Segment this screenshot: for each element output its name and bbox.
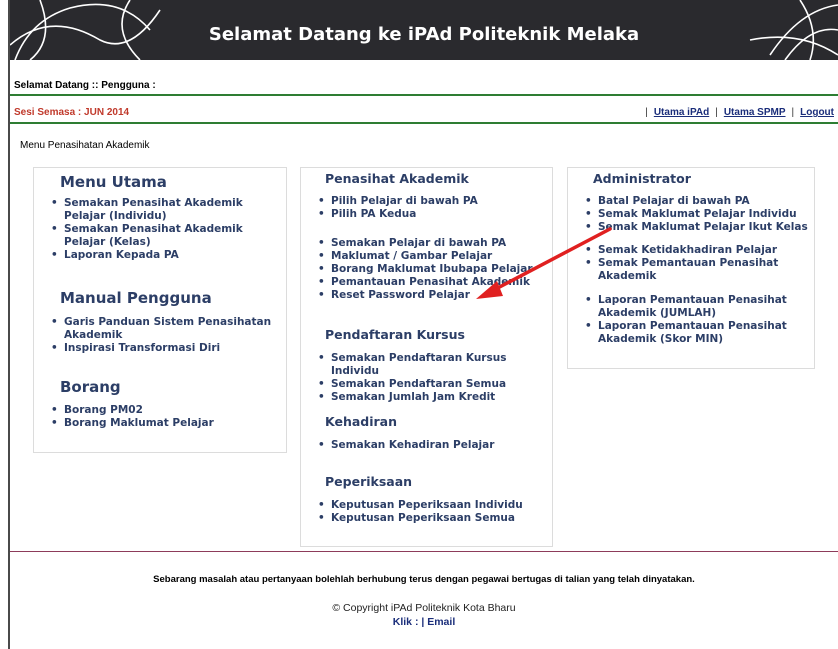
list-item[interactable]: Borang PM02 — [51, 404, 278, 417]
footer-notice: Sebarang masalah atau pertanyaan bolehla… — [153, 574, 695, 585]
admin-list-2: Semak Ketidakhadiran Pelajar Semak Peman… — [580, 244, 812, 283]
current-session: Sesi Semasa : JUN 2014 — [14, 107, 130, 118]
kehadiran-list: Semakan Kehadiran Pelajar — [313, 439, 549, 452]
divider — [10, 122, 838, 124]
admin-list-3: Laporan Pemantauan Penasihat Akademik (J… — [580, 294, 812, 346]
list-item[interactable]: Semakan Penasihat Akademik Pelajar (Indi… — [51, 197, 278, 223]
header-banner: Selamat Datang ke iPAd Politeknik Melaka — [10, 0, 838, 60]
list-item[interactable]: Keputusan Peperiksaan Individu — [318, 499, 549, 512]
pendaftaran-list: Semakan Pendaftaran Kursus Individu Sema… — [313, 352, 549, 404]
email-link[interactable]: Email — [427, 616, 455, 628]
klik-label: Klik : | — [392, 616, 425, 628]
list-item[interactable]: Keputusan Peperiksaan Semua — [318, 512, 549, 525]
borang-list: Borang PM02 Borang Maklumat Pelajar — [46, 404, 278, 430]
list-item[interactable]: Semak Ketidakhadiran Pelajar — [585, 244, 812, 257]
list-item[interactable]: Garis Panduan Sistem Penasihatan Akademi… — [51, 316, 278, 342]
section-title-pendaftaran-kursus: Pendaftaran Kursus — [325, 327, 465, 342]
top-links: | Utama iPAd | Utama SPMP | Logout — [645, 107, 834, 118]
list-item[interactable]: Semakan Pendaftaran Kursus Individu — [318, 352, 549, 378]
list-item[interactable]: Semakan Kehadiran Pelajar — [318, 439, 549, 452]
divider — [10, 94, 838, 96]
section-title-menu-utama: Menu Utama — [60, 173, 167, 191]
section-title-manual-pengguna: Manual Pengguna — [60, 289, 212, 307]
list-item[interactable]: Semakan Penasihat Akademik Pelajar (Kela… — [51, 223, 278, 249]
section-title-administrator: Administrator — [593, 171, 691, 186]
section-title-kehadiran: Kehadiran — [325, 414, 398, 429]
admin-list: Batal Pelajar di bawah PA Semak Maklumat… — [580, 195, 812, 234]
list-item[interactable]: Borang Maklumat Ibubapa Pelajar — [318, 263, 549, 276]
list-item[interactable]: Laporan Pemantauan Penasihat Akademik (J… — [585, 294, 812, 320]
penasihat-list-2: Semakan Pelajar di bawah PA Maklumat / G… — [313, 237, 549, 302]
welcome-text: Selamat Datang :: Pengguna : — [14, 80, 156, 91]
list-item[interactable]: Batal Pelajar di bawah PA — [585, 195, 812, 208]
list-item[interactable]: Semak Maklumat Pelajar Ikut Kelas — [585, 221, 812, 234]
list-item[interactable]: Inspirasi Transformasi Diri — [51, 342, 278, 355]
main-menu-panel: Menu Utama Semakan Penasihat Akademik Pe… — [33, 167, 287, 453]
footer-links: Klik : | Email — [10, 616, 838, 628]
section-title-borang: Borang — [60, 378, 121, 396]
peperiksaan-list: Keputusan Peperiksaan Individu Keputusan… — [313, 499, 549, 525]
section-title-penasihat-akademik: Penasihat Akademik — [325, 171, 469, 186]
menu-utama-list: Semakan Penasihat Akademik Pelajar (Indi… — [46, 197, 278, 262]
utama-ipad-link[interactable]: Utama iPAd — [654, 107, 709, 118]
menu-heading: Menu Penasihatan Akademik — [20, 140, 150, 151]
list-item[interactable]: Maklumat / Gambar Pelajar — [318, 250, 549, 263]
administrator-panel: Administrator Batal Pelajar di bawah PA … — [567, 167, 815, 369]
list-item[interactable]: Pilih PA Kedua — [318, 208, 549, 221]
manual-list: Garis Panduan Sistem Penasihatan Akademi… — [46, 316, 278, 355]
list-item[interactable]: Laporan Kepada PA — [51, 249, 278, 262]
copyright-text: © Copyright iPAd Politeknik Kota Bharu — [332, 602, 516, 614]
penasihat-list: Pilih Pelajar di bawah PA Pilih PA Kedua — [313, 195, 549, 221]
list-item[interactable]: Semak Pemantauan Penasihat Akademik — [585, 257, 812, 283]
list-item[interactable]: Borang Maklumat Pelajar — [51, 417, 278, 430]
footer-divider — [10, 551, 838, 552]
reset-password-link[interactable]: Reset Password Pelajar — [318, 289, 549, 302]
list-item[interactable]: Semak Maklumat Pelajar Individu — [585, 208, 812, 221]
logout-link[interactable]: Logout — [800, 107, 834, 118]
list-item[interactable]: Pemantauan Penasihat Akademik — [318, 276, 549, 289]
list-item[interactable]: Semakan Pendaftaran Semua — [318, 378, 549, 391]
list-item[interactable]: Semakan Pelajar di bawah PA — [318, 237, 549, 250]
utama-spmp-link[interactable]: Utama SPMP — [724, 107, 786, 118]
banner-title: Selamat Datang ke iPAd Politeknik Melaka — [208, 24, 640, 45]
list-item[interactable]: Semakan Jumlah Jam Kredit — [318, 391, 549, 404]
section-title-peperiksaan: Peperiksaan — [325, 474, 413, 489]
list-item[interactable]: Pilih Pelajar di bawah PA — [318, 195, 549, 208]
list-item[interactable]: Laporan Pemantauan Penasihat Akademik (S… — [585, 320, 812, 346]
academic-advisor-panel: Penasihat Akademik Pilih Pelajar di bawa… — [300, 167, 553, 547]
